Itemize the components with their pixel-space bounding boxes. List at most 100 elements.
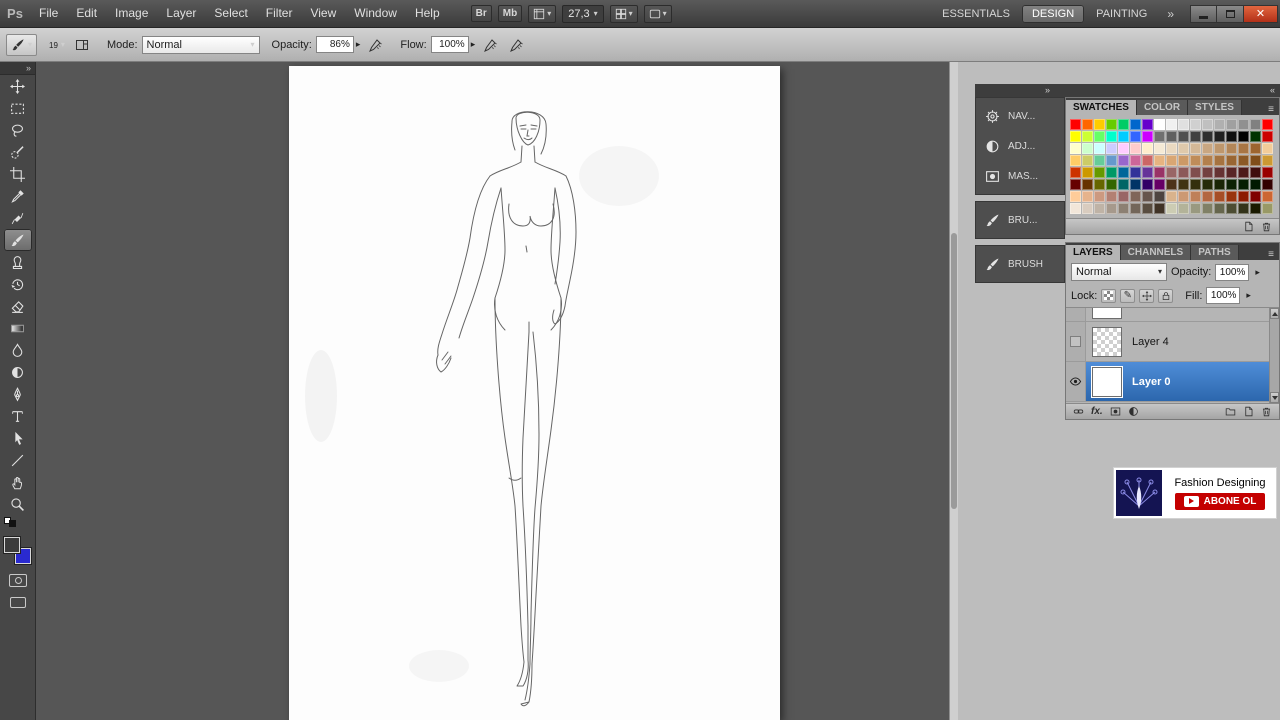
menu-help[interactable]: Help bbox=[406, 0, 449, 27]
color-swatch[interactable] bbox=[1082, 203, 1093, 214]
color-swatch[interactable] bbox=[1238, 143, 1249, 154]
color-swatch[interactable] bbox=[1178, 167, 1189, 178]
menu-image[interactable]: Image bbox=[106, 0, 157, 27]
color-swatch[interactable] bbox=[1178, 179, 1189, 190]
color-swatch[interactable] bbox=[1118, 191, 1129, 202]
tools-panel-header[interactable]: » bbox=[0, 62, 35, 75]
color-swatch[interactable] bbox=[1130, 167, 1141, 178]
color-swatch[interactable] bbox=[1226, 155, 1237, 166]
color-swatch[interactable] bbox=[1082, 143, 1093, 154]
color-swatch[interactable] bbox=[1154, 119, 1165, 130]
color-swatch[interactable] bbox=[1094, 155, 1105, 166]
menu-filter[interactable]: Filter bbox=[257, 0, 302, 27]
color-swatch[interactable] bbox=[1202, 167, 1213, 178]
color-swatch[interactable] bbox=[1238, 155, 1249, 166]
new-adjustment-layer-icon[interactable] bbox=[1128, 406, 1139, 417]
color-swatch[interactable] bbox=[1166, 155, 1177, 166]
layer-row-layer4[interactable]: Layer 4 bbox=[1066, 322, 1279, 362]
add-layer-mask-icon[interactable] bbox=[1110, 406, 1121, 417]
color-swatch[interactable] bbox=[1082, 155, 1093, 166]
tool-type[interactable] bbox=[4, 405, 32, 427]
menu-layer[interactable]: Layer bbox=[157, 0, 205, 27]
airbrush-toggle-button[interactable] bbox=[479, 34, 501, 56]
color-swatch[interactable] bbox=[1154, 203, 1165, 214]
tool-gradient[interactable] bbox=[4, 317, 32, 339]
layer-style-fx-icon[interactable]: fx. bbox=[1091, 406, 1103, 417]
tool-path-selection[interactable] bbox=[4, 427, 32, 449]
screen-mode-button[interactable]: ▾ bbox=[643, 4, 672, 23]
color-swatch[interactable] bbox=[1190, 203, 1201, 214]
color-swatch[interactable] bbox=[1226, 119, 1237, 130]
color-swatch[interactable] bbox=[1154, 143, 1165, 154]
tablet-pressure-opacity-button[interactable] bbox=[364, 34, 386, 56]
color-swatch[interactable] bbox=[1202, 191, 1213, 202]
color-swatch[interactable] bbox=[1106, 191, 1117, 202]
color-swatch[interactable] bbox=[1166, 143, 1177, 154]
expand-icon-dock-chevron[interactable]: » bbox=[1045, 84, 1050, 97]
tool-eraser[interactable] bbox=[4, 295, 32, 317]
color-swatch[interactable] bbox=[1238, 179, 1249, 190]
color-swatch[interactable] bbox=[1250, 143, 1261, 154]
color-swatch[interactable] bbox=[1214, 203, 1225, 214]
color-swatch[interactable] bbox=[1190, 155, 1201, 166]
color-swatch[interactable] bbox=[1094, 191, 1105, 202]
zoom-level-field[interactable]: 27,3 ▾ bbox=[562, 4, 604, 23]
color-swatch[interactable] bbox=[1250, 191, 1261, 202]
toggle-brush-panel-button[interactable] bbox=[71, 34, 93, 56]
workspace-design[interactable]: DESIGN bbox=[1021, 4, 1085, 23]
menu-select[interactable]: Select bbox=[205, 0, 256, 27]
blend-mode-select[interactable]: Normal ▾ bbox=[141, 35, 260, 54]
color-swatch[interactable] bbox=[1238, 203, 1249, 214]
opacity-slider-arrow[interactable]: ▸ bbox=[354, 39, 363, 50]
screen-mode-toggle[interactable] bbox=[9, 597, 26, 608]
view-extras-button[interactable]: ▾ bbox=[528, 4, 557, 23]
color-swatch[interactable] bbox=[1190, 119, 1201, 130]
color-swatch[interactable] bbox=[1142, 167, 1153, 178]
color-swatch[interactable] bbox=[1202, 179, 1213, 190]
color-swatch[interactable] bbox=[1250, 179, 1261, 190]
color-swatch[interactable] bbox=[1070, 131, 1081, 142]
visibility-toggle[interactable] bbox=[1066, 362, 1086, 401]
color-swatch[interactable] bbox=[1130, 143, 1141, 154]
delete-layer-icon[interactable] bbox=[1261, 406, 1272, 417]
color-swatch[interactable] bbox=[1142, 203, 1153, 214]
color-swatch[interactable] bbox=[1178, 119, 1189, 130]
color-swatch[interactable] bbox=[1226, 203, 1237, 214]
color-swatch[interactable] bbox=[1166, 167, 1177, 178]
color-swatch[interactable] bbox=[1106, 179, 1117, 190]
color-swatch[interactable] bbox=[1118, 119, 1129, 130]
color-swatch[interactable] bbox=[1106, 167, 1117, 178]
color-swatch[interactable] bbox=[1070, 191, 1081, 202]
subscribe-button[interactable]: ABONE OL bbox=[1174, 492, 1266, 510]
tool-history-brush[interactable] bbox=[4, 273, 32, 295]
color-swatch[interactable] bbox=[1190, 191, 1201, 202]
new-layer-icon[interactable] bbox=[1243, 406, 1254, 417]
color-swatch[interactable] bbox=[1154, 179, 1165, 190]
tab-color[interactable]: COLOR bbox=[1136, 100, 1189, 115]
color-swatch[interactable] bbox=[1250, 203, 1261, 214]
color-swatch[interactable] bbox=[1238, 119, 1249, 130]
color-swatch[interactable] bbox=[1082, 167, 1093, 178]
color-swatch[interactable] bbox=[1070, 119, 1081, 130]
color-swatch[interactable] bbox=[1226, 167, 1237, 178]
color-swatch[interactable] bbox=[1106, 131, 1117, 142]
brush-preset-picker[interactable]: 19 ▾ bbox=[45, 38, 69, 52]
color-swatch[interactable] bbox=[1178, 191, 1189, 202]
color-swatch[interactable] bbox=[1142, 119, 1153, 130]
color-swatch[interactable] bbox=[1070, 155, 1081, 166]
opacity-input[interactable]: 86% bbox=[315, 36, 354, 53]
tab-layers[interactable]: LAYERS bbox=[1066, 245, 1121, 260]
color-swatch[interactable] bbox=[1214, 155, 1225, 166]
color-swatch[interactable] bbox=[1166, 191, 1177, 202]
launch-bridge-button[interactable]: Br bbox=[470, 5, 492, 22]
tool-quick-selection[interactable] bbox=[4, 141, 32, 163]
tool-move[interactable] bbox=[4, 75, 32, 97]
color-swatch[interactable] bbox=[1250, 131, 1261, 142]
color-swatch[interactable] bbox=[1106, 155, 1117, 166]
layer-row-layer0[interactable]: Layer 0 bbox=[1066, 362, 1279, 402]
color-swatch[interactable] bbox=[1142, 191, 1153, 202]
color-swatch[interactable] bbox=[1226, 143, 1237, 154]
panel-menu-icon[interactable]: ≡ bbox=[1263, 104, 1279, 115]
color-swatch[interactable] bbox=[1094, 167, 1105, 178]
color-swatch[interactable] bbox=[1082, 191, 1093, 202]
